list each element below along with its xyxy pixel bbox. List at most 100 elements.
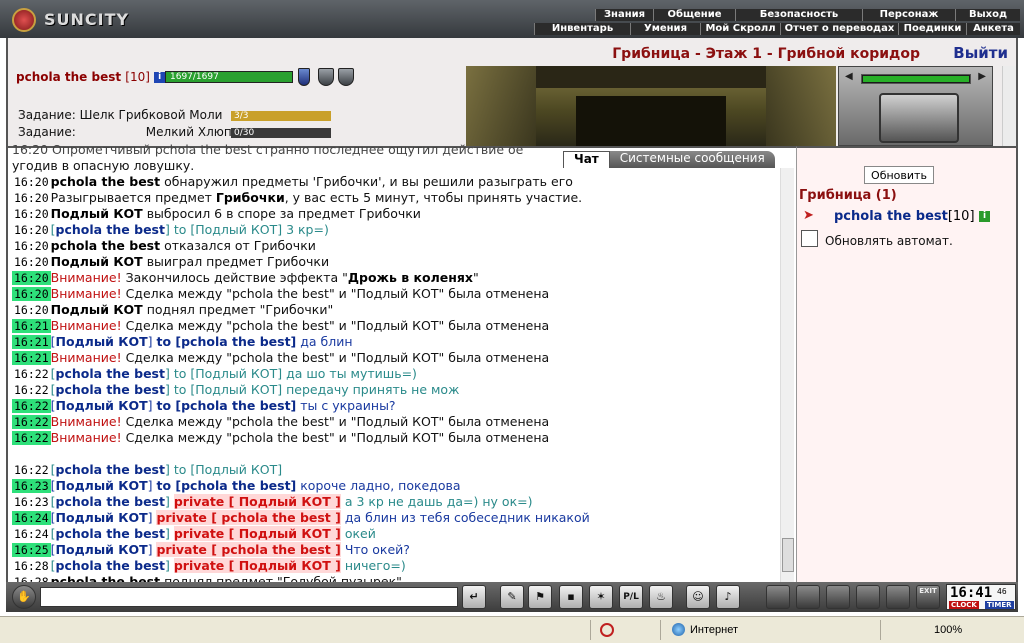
message-time[interactable]: 16:22 [12, 367, 51, 381]
user-info-icon[interactable]: i [979, 211, 991, 222]
room-user[interactable]: pchola the best[10] i [834, 209, 991, 224]
message-time[interactable]: 16:24 [12, 527, 51, 541]
menu-skills[interactable]: Умения [630, 23, 700, 35]
chat-scrollbar[interactable] [780, 168, 794, 582]
message-time[interactable]: 16:23 [12, 479, 51, 493]
player-link[interactable]: pchola the best [56, 558, 165, 573]
clock-label[interactable]: CLOCK [949, 601, 979, 609]
message-time[interactable]: 16:23 [12, 495, 51, 509]
message-time[interactable]: 16:24 [12, 511, 51, 525]
auto-refresh-checkbox[interactable] [801, 230, 818, 247]
menu-profile[interactable]: Анкета [966, 23, 1020, 35]
message-time[interactable]: 16:20 [12, 255, 51, 269]
timer-label[interactable]: TIMER [985, 601, 1014, 609]
player-link[interactable]: Подлый КОТ [56, 398, 148, 413]
message-time[interactable]: 16:22 [12, 463, 51, 477]
info-icon[interactable]: i [154, 72, 166, 83]
message-time[interactable]: 16:20 [12, 287, 51, 301]
message-time[interactable]: 16:22 [12, 415, 51, 429]
zoom-level[interactable]: 100% [934, 624, 962, 636]
chat-input[interactable] [40, 587, 458, 607]
clear-button[interactable]: ✎ [500, 585, 524, 609]
player-link[interactable]: Подлый КОТ [51, 206, 143, 221]
message-text: ] to [Подлый КОТ] 3 кр=) [164, 222, 329, 237]
room-user-name[interactable]: pchola the best [834, 209, 948, 224]
player-link[interactable]: Грибочки [216, 190, 285, 205]
pl-button[interactable]: P/L [619, 585, 643, 609]
bag-icon[interactable] [886, 585, 910, 609]
menu-security[interactable]: Безопасность [735, 9, 862, 21]
message-time[interactable]: 16:22 [12, 399, 51, 413]
message-time[interactable]: 16:21 [12, 319, 51, 333]
player-link[interactable]: Подлый КОТ [56, 542, 148, 557]
player-link[interactable]: pchola the best [56, 462, 165, 477]
menu-my-scroll[interactable]: Мой Скролл [700, 23, 780, 35]
chat-message: 16:22 Внимание! Сделка между "pchola the … [12, 414, 782, 430]
player-link[interactable]: pchola the best [56, 366, 165, 381]
send-button[interactable]: ↵ [462, 585, 486, 609]
player-link[interactable]: pchola the best [51, 238, 160, 253]
refresh-button[interactable]: Обновить [864, 166, 934, 184]
player-link[interactable]: Дрожь в коленях [348, 270, 473, 285]
scroll-icon[interactable] [796, 585, 820, 609]
suncity-logo[interactable]: SUNCITY [8, 6, 158, 34]
fist-icon[interactable] [826, 585, 850, 609]
navigation-device[interactable] [879, 93, 959, 143]
exit-button[interactable]: EXIT [916, 585, 940, 609]
player-link[interactable]: Подлый КОТ [56, 478, 148, 493]
arrow-left-icon[interactable]: ◀ [845, 71, 853, 82]
player-nick[interactable]: pchola the best [16, 70, 121, 84]
message-time[interactable]: 16:20 [12, 207, 51, 221]
player-link[interactable]: pchola the best [56, 526, 165, 541]
menu-inventory[interactable]: Инвентарь [534, 23, 630, 35]
dance-icon[interactable]: ✶ [589, 585, 613, 609]
message-time[interactable]: 16:22 [12, 431, 51, 445]
player-link[interactable]: Подлый КОТ [56, 510, 148, 525]
message-time[interactable]: 16:28 [12, 575, 51, 582]
message-time[interactable]: 16:20 [12, 303, 51, 317]
panel-scrollbar[interactable] [1002, 66, 1016, 146]
message-time[interactable]: 16:25 [12, 543, 51, 557]
tab-system-messages[interactable]: Системные сообщения [609, 151, 775, 168]
message-time[interactable]: 16:28 [12, 559, 51, 573]
message-time[interactable]: 16:20 [12, 175, 51, 189]
tab-chat[interactable]: Чат [563, 151, 610, 168]
menu-battles[interactable]: Поединки [898, 23, 966, 35]
player-link[interactable]: Подлый КОТ [51, 254, 143, 269]
quest-1-progress-text: 3/3 [234, 111, 249, 121]
menu-knowledge[interactable]: Знания [595, 9, 653, 21]
fire-icon[interactable]: ♨ [649, 585, 673, 609]
message-time[interactable]: 16:21 [12, 335, 51, 349]
smiley-icon[interactable]: ☺ [686, 585, 710, 609]
player-link[interactable]: Подлый КОТ [51, 302, 143, 317]
popup-blocked-icon[interactable] [600, 623, 614, 637]
player-link[interactable]: Подлый КОТ [56, 334, 148, 349]
menu-character[interactable]: Персонаж [862, 9, 955, 21]
save-icon[interactable]: ▪ [559, 585, 583, 609]
menu-transfer-report[interactable]: Отчет о переводах [780, 23, 898, 35]
message-time[interactable]: 16:20 [12, 271, 51, 285]
private-arrow-icon[interactable]: ➤ [803, 208, 823, 223]
player-name[interactable]: pchola the best [10] i [16, 70, 166, 84]
filter-button[interactable]: ⚑ [528, 585, 552, 609]
sound-icon[interactable]: ♪ [716, 585, 740, 609]
player-link[interactable]: pchola the best [56, 222, 165, 237]
scrollbar-thumb[interactable] [782, 538, 794, 572]
message-time[interactable]: 16:20 [12, 223, 51, 237]
bottle-icon[interactable] [766, 585, 790, 609]
smile-menu-icon[interactable]: ✋ [12, 585, 36, 609]
player-link[interactable]: pchola the best [56, 382, 165, 397]
menu-communication[interactable]: Общение [653, 9, 735, 21]
player-link[interactable]: pchola the best [56, 494, 165, 509]
message-time[interactable]: 16:20 [12, 191, 51, 205]
scene-left-wall [466, 66, 536, 146]
exit-link[interactable]: Выйти [953, 44, 1008, 62]
player-link[interactable]: pchola the best [51, 574, 160, 582]
menu-exit[interactable]: Выход [955, 9, 1020, 21]
character-icon[interactable] [856, 585, 880, 609]
message-time[interactable]: 16:22 [12, 383, 51, 397]
player-link[interactable]: pchola the best [51, 174, 160, 189]
arrow-right-icon[interactable]: ▶ [978, 71, 986, 82]
message-time[interactable]: 16:20 [12, 239, 51, 253]
message-time[interactable]: 16:21 [12, 351, 51, 365]
